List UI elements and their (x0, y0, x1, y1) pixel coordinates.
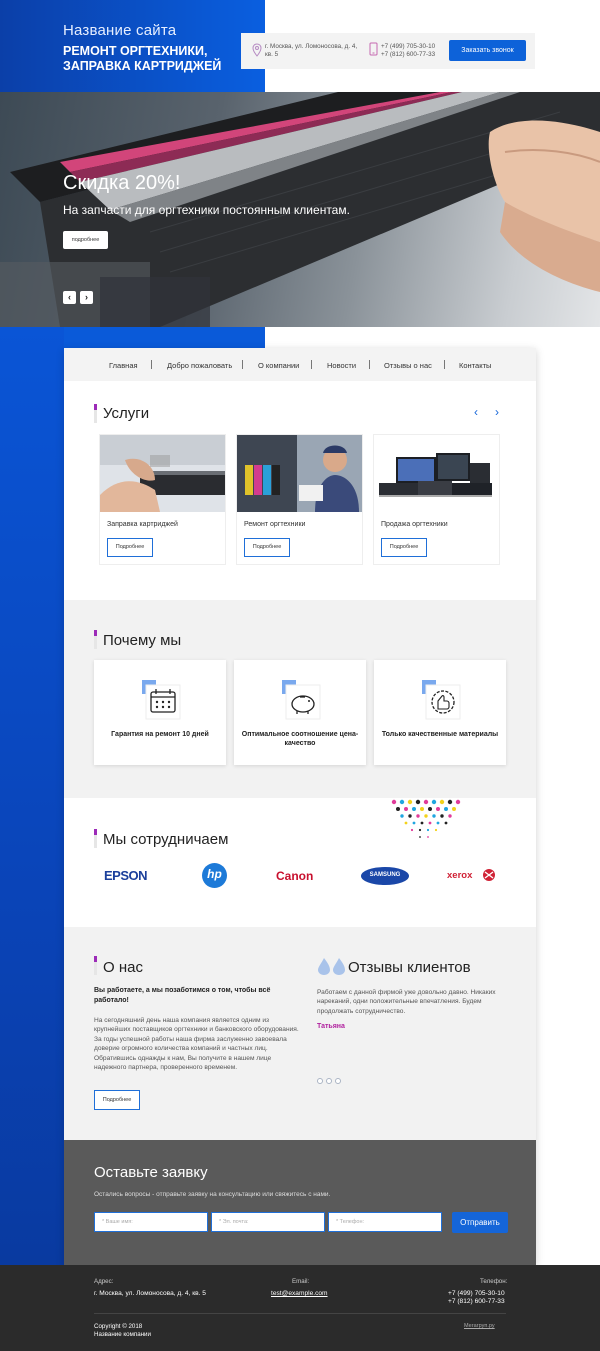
nav-divider (242, 360, 243, 369)
nav-item-news[interactable]: Новости (327, 361, 356, 370)
nav-item-reviews[interactable]: Отзывы о нас (384, 361, 432, 370)
service-card: Заправка картриджей Подробнее (99, 434, 226, 565)
advantage-card: Гарантия на ремонт 10 дней (94, 660, 226, 765)
services-title: Услуги (103, 405, 150, 422)
service-name: Ремонт оргтехники (244, 521, 306, 528)
service-more-button[interactable]: Подробнее (381, 538, 427, 557)
email-input[interactable]: * Эл. почта: (211, 1212, 325, 1232)
brand-logo-samsung: SAMSUNG (369, 872, 401, 878)
hero-prev-arrow-icon[interactable]: ‹ (63, 291, 76, 304)
footer-phone-label: Телефон: (480, 1278, 508, 1285)
about-title: О нас (103, 959, 143, 976)
request-call-button[interactable]: Заказать звонок (449, 40, 526, 61)
name-input[interactable]: * Ваше имя: (94, 1212, 208, 1232)
about-lead: Вы работаете, а мы позаботимся о том, чт… (94, 987, 271, 1004)
service-more-button[interactable]: Подробнее (107, 538, 153, 557)
review-pager-dot[interactable] (326, 1078, 332, 1084)
submit-button[interactable]: Отправить (452, 1212, 508, 1233)
form-subtitle: Остались вопросы - отправьте заявку на к… (94, 1191, 331, 1198)
brand-logo-hp-badge: hp (202, 863, 227, 888)
nav-item-about[interactable]: О компании (258, 361, 299, 370)
service-card: Продажа оргтехники Подробнее (373, 434, 500, 565)
advantage-card: Только качественные материалы (374, 660, 506, 765)
site-name[interactable]: Название сайта (63, 22, 176, 39)
header-phones: +7 (499) 705-30-10 +7 (812) 600-77-33 (381, 43, 435, 59)
quote-icon (318, 958, 345, 975)
about-text: На сегодняшний день наша компания являет… (94, 1017, 299, 1072)
services-prev-icon[interactable]: ‹ (469, 405, 483, 419)
advantage-text: Только качественные материалы (381, 731, 499, 738)
section-marker (94, 404, 97, 423)
footer-phone-2[interactable]: +7 (812) 600-77-33 (448, 1298, 505, 1305)
footer-company-name: Название компании (94, 1331, 151, 1338)
piggy-bank-icon (282, 680, 321, 720)
advantage-text: Гарантия на ремонт 10 дней (111, 731, 209, 738)
side-decoration (0, 327, 64, 1265)
printer-repair-photo (237, 435, 362, 512)
service-name: Заправка картриджей (107, 521, 178, 528)
nav-divider (444, 360, 445, 369)
advantage-text: Оптимальное соотношение цена-качество (241, 731, 359, 747)
hero-title: Скидка 20%! (63, 172, 181, 194)
side-decoration-top (64, 327, 265, 348)
equipment-sale-photo (374, 435, 499, 512)
footer-copyright: Copyright © 2018 (94, 1323, 143, 1330)
advantage-card: Оптимальное соотношение цена-качество (234, 660, 366, 765)
nav-item-welcome[interactable]: Добро пожаловать (167, 361, 232, 370)
nav-divider (311, 360, 312, 369)
header-phone-1[interactable]: +7 (499) 705-30-10 (381, 43, 435, 51)
services-next-icon[interactable]: › (490, 405, 504, 419)
review-pager-dot[interactable] (317, 1078, 323, 1084)
cmyk-dots-decoration (391, 799, 461, 838)
brand-logo-epson: EPSON (104, 868, 148, 883)
header-address: г. Москва, ул. Ломоносова, д. 4, кв. 5 (265, 43, 358, 58)
section-marker (94, 956, 97, 975)
brand-logo-samsung-badge: SAMSUNG (361, 867, 409, 885)
content-card: Главная Добро пожаловать О компании Ново… (64, 348, 536, 1265)
footer-email-link[interactable]: test@example.com (271, 1290, 328, 1297)
review-author: Татьяна (317, 1023, 345, 1030)
brand-logo-canon: Canon (276, 869, 314, 883)
phone-icon (369, 42, 378, 56)
brand-logo-hp: hp (207, 867, 222, 881)
site-tagline: Ремонт оргтехники, заправка картриджей (63, 44, 222, 73)
section-marker (94, 829, 97, 848)
footer: Адрес: г. Москва, ул. Ломоносова, д. 4, … (0, 1265, 600, 1351)
brand-logo-xerox: xerox (447, 870, 473, 881)
form-title: Оставьте заявку (94, 1164, 208, 1181)
footer-divider (94, 1313, 506, 1314)
nav-divider (369, 360, 370, 369)
main-nav: Главная Добро пожаловать О компании Ново… (64, 348, 536, 381)
footer-address-label: Адрес: (94, 1278, 114, 1285)
service-card: Ремонт оргтехники Подробнее (236, 434, 363, 565)
hero-more-button[interactable]: подробнее (63, 231, 108, 249)
nav-divider (151, 360, 152, 369)
footer-phone-1[interactable]: +7 (499) 705-30-10 (448, 1290, 505, 1297)
cartridge-refill-photo (100, 435, 225, 512)
developer-link[interactable]: Мегагруп.ру (464, 1323, 495, 1329)
xerox-ball-icon (483, 869, 495, 881)
request-form-section: Оставьте заявку Остались вопросы - отпра… (64, 1140, 536, 1265)
footer-email-label: Email: (292, 1278, 310, 1285)
hero-next-arrow-icon[interactable]: › (80, 291, 93, 304)
partners-title: Мы сотрудничаем (103, 831, 229, 848)
why-us-title: Почему мы (103, 632, 182, 649)
reviews-title: Отзывы клиентов (348, 959, 471, 976)
location-pin-icon (252, 43, 262, 57)
footer-address: г. Москва, ул. Ломоносова, д. 4, кв. 5 (94, 1290, 206, 1297)
nav-item-contacts[interactable]: Контакты (459, 361, 491, 370)
review-text: Работаем с данной фирмой уже довольно да… (317, 989, 496, 1015)
review-pager-dot[interactable] (335, 1078, 341, 1084)
phone-input[interactable]: * Телефон: (328, 1212, 442, 1232)
nav-item-home[interactable]: Главная (109, 361, 138, 370)
calendar-icon (142, 680, 181, 720)
service-more-button[interactable]: Подробнее (244, 538, 290, 557)
header-phone-2[interactable]: +7 (812) 600-77-33 (381, 51, 435, 59)
hero-subtitle: На запчасти для оргтехники постоянным кл… (63, 203, 350, 217)
about-more-button[interactable]: Подробнее (94, 1090, 140, 1110)
thumbs-up-icon (422, 680, 461, 720)
section-marker (94, 630, 97, 649)
service-name: Продажа оргтехники (381, 521, 448, 528)
